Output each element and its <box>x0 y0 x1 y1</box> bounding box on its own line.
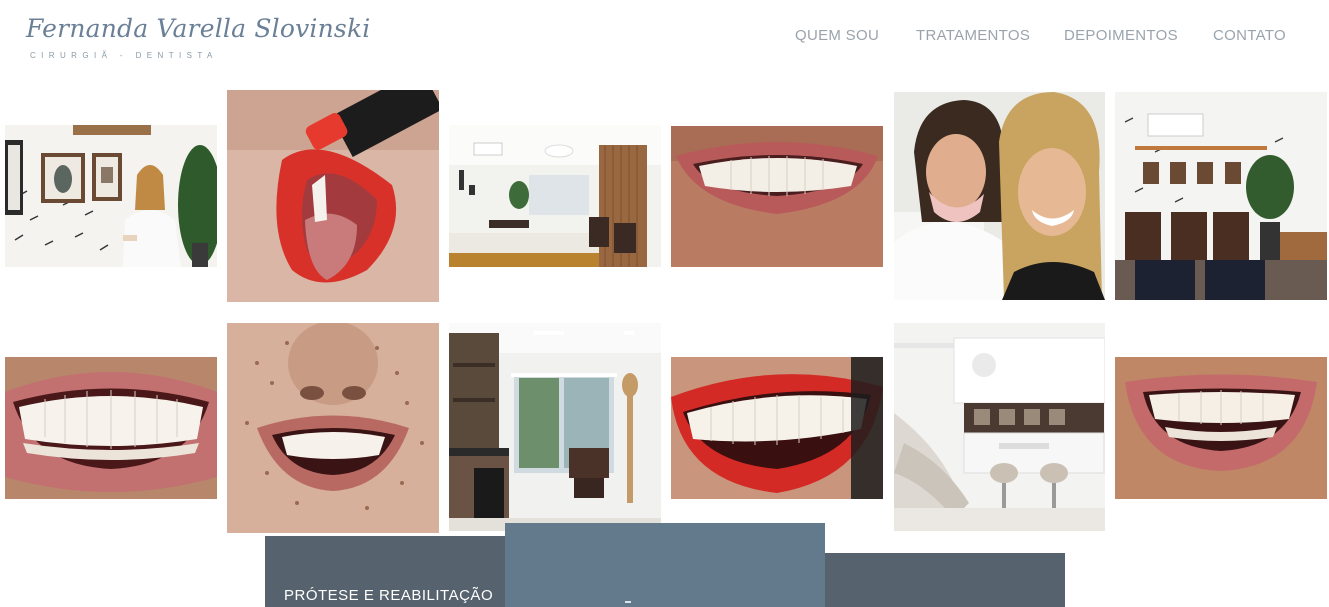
nav-tratamentos[interactable]: TRATAMENTOS <box>916 27 1030 47</box>
photo-freckled-smile[interactable] <box>227 323 439 533</box>
service-panel-label: PRÓTESE E REABILITAÇÃO <box>284 587 494 604</box>
logo-name: Fernanda Varella Slovinski <box>26 14 371 43</box>
site-logo[interactable]: Fernanda Varella Slovinski CIRURGIÃ - DE… <box>26 14 370 64</box>
photo-waiting-room-chairs[interactable] <box>1115 92 1327 300</box>
nav-quem-sou[interactable]: QUEM SOU <box>795 27 879 47</box>
nav-contato[interactable]: CONTATO <box>1213 27 1286 47</box>
photo-office-desk-window[interactable] <box>449 323 661 531</box>
service-panel-center[interactable] <box>505 523 825 607</box>
service-panel-protese[interactable]: PRÓTESE E REABILITAÇÃO <box>265 536 505 607</box>
photo-selfie-two-women[interactable] <box>894 92 1105 300</box>
photo-smile-closeup[interactable] <box>671 126 883 267</box>
photo-red-lips-smile[interactable] <box>671 357 883 499</box>
photo-dental-treatment-room[interactable] <box>894 323 1105 531</box>
logo-subtitle: CIRURGIÃ - DENTISTA <box>30 51 218 60</box>
photo-smile-closeup[interactable] <box>1115 357 1327 499</box>
nav-depoimentos[interactable]: DEPOIMENTOS <box>1064 27 1178 47</box>
photo-clinic-waiting-room[interactable] <box>449 125 661 267</box>
service-panel-accent <box>625 601 631 603</box>
photo-red-lips-lipstick[interactable] <box>227 90 439 302</box>
service-panel-right[interactable] <box>825 553 1065 607</box>
photo-smile-closeup[interactable] <box>5 357 217 499</box>
photo-dentist-in-office[interactable] <box>5 125 217 267</box>
